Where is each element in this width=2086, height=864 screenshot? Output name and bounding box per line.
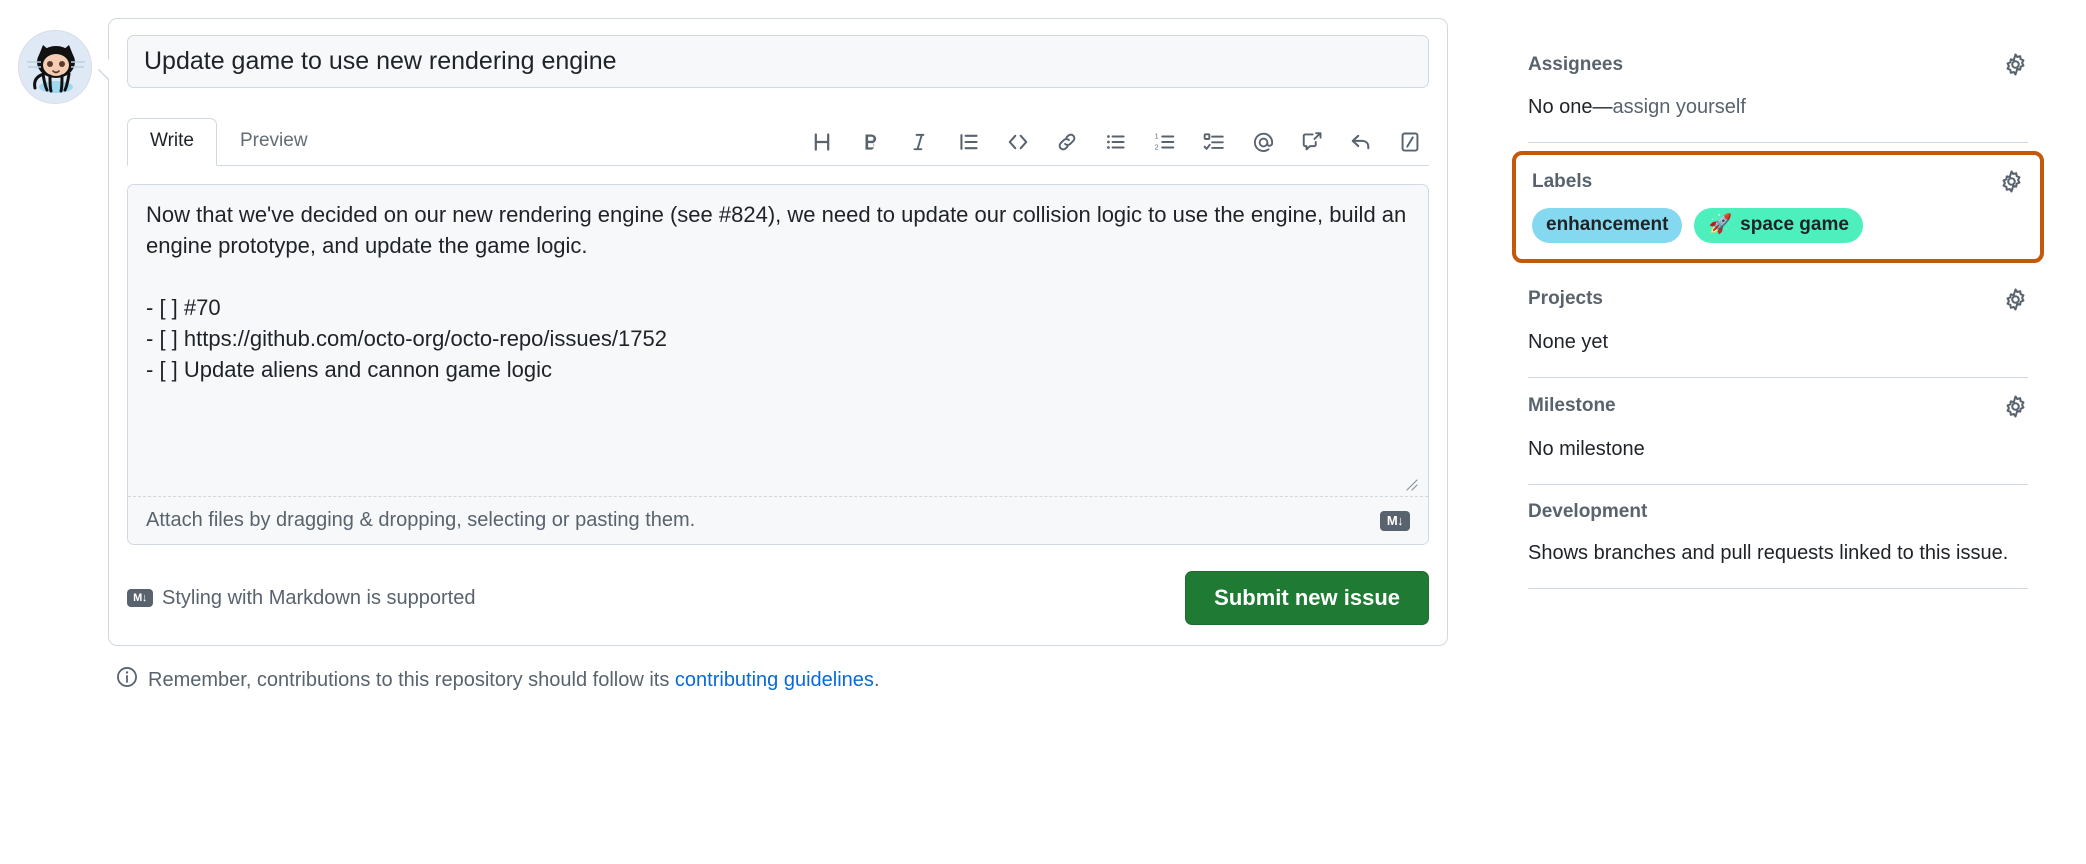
resize-handle-icon[interactable]: [1402, 475, 1418, 491]
labels-title: Labels: [1532, 171, 1592, 193]
gear-icon[interactable]: [2003, 394, 2028, 419]
projects-header: Projects: [1528, 287, 2028, 312]
projects-title: Projects: [1528, 288, 1603, 310]
assignees-header: Assignees: [1528, 52, 2028, 77]
composer-wrapper: Write Preview: [108, 14, 1448, 694]
comment-body-area: Now that we've decided on our new render…: [127, 184, 1429, 545]
tab-write[interactable]: Write: [127, 118, 217, 166]
assignees-title: Assignees: [1528, 54, 1623, 76]
development-title: Development: [1528, 501, 1647, 523]
task-list-icon[interactable]: [1199, 127, 1229, 157]
markdown-hint[interactable]: M↓ Styling with Markdown is supported: [127, 587, 475, 610]
milestone-body: No milestone: [1528, 435, 2028, 464]
note-prefix: Remember, contributions to this reposito…: [148, 669, 675, 691]
comment-composer: Write Preview: [108, 18, 1448, 646]
sidebar-section-projects: Projects None yet: [1528, 263, 2028, 378]
info-icon: [116, 666, 138, 694]
submit-new-issue-button[interactable]: Submit new issue: [1185, 571, 1429, 625]
issue-sidebar: Assignees No one—assign yourself Labels: [1448, 14, 2028, 864]
heading-icon[interactable]: [807, 127, 837, 157]
issue-create-page: Write Preview: [0, 0, 2086, 864]
quote-icon[interactable]: [954, 127, 984, 157]
sidebar-section-development: Development Shows branches and pull requ…: [1528, 485, 2028, 589]
markdown-badge-small-icon: M↓: [127, 589, 153, 607]
mention-icon[interactable]: [1248, 127, 1278, 157]
milestone-header: Milestone: [1528, 394, 2028, 419]
code-icon[interactable]: [1003, 127, 1033, 157]
svg-text:2: 2: [1155, 145, 1159, 152]
composer-footer: M↓ Styling with Markdown is supported Su…: [127, 571, 1429, 629]
sidebar-section-labels: Labels enhancement 🚀 space game: [1512, 151, 2044, 263]
markdown-badge-icon: M↓: [1380, 511, 1410, 531]
sidebar-section-milestone: Milestone No milestone: [1528, 378, 2028, 485]
note-suffix: .: [874, 669, 880, 691]
editor-tabs-row: Write Preview: [127, 114, 1429, 166]
attach-files-bar[interactable]: Attach files by dragging & dropping, sel…: [128, 497, 1428, 544]
rocket-icon: 🚀: [1708, 213, 1732, 238]
avatar-container: [18, 14, 108, 104]
svg-text:1: 1: [1155, 134, 1159, 141]
gear-icon[interactable]: [1999, 169, 2024, 194]
contributing-guidelines-link[interactable]: contributing guidelines: [675, 669, 874, 691]
gear-icon[interactable]: [2003, 52, 2028, 77]
comment-body-wrapper: Now that we've decided on our new render…: [128, 185, 1428, 497]
gear-icon[interactable]: [2003, 287, 2028, 312]
attach-files-text: Attach files by dragging & dropping, sel…: [146, 509, 695, 532]
development-body: Shows branches and pull requests linked …: [1528, 539, 2028, 568]
link-icon[interactable]: [1052, 127, 1082, 157]
slash-command-icon[interactable]: [1395, 127, 1425, 157]
octocat-icon: [19, 31, 92, 104]
assignees-body: No one—assign yourself: [1528, 93, 2028, 122]
projects-body: None yet: [1528, 328, 2028, 357]
assign-yourself-link[interactable]: assign yourself: [1613, 96, 1746, 118]
unordered-list-icon[interactable]: [1101, 127, 1131, 157]
markdown-toolbar: 1 2: [807, 127, 1429, 165]
ordered-list-icon[interactable]: 1 2: [1150, 127, 1180, 157]
composer-column: Write Preview: [18, 14, 1448, 864]
label-chip-text: enhancement: [1546, 213, 1668, 238]
bold-icon[interactable]: [856, 127, 886, 157]
assignees-none-text: No one—: [1528, 96, 1613, 118]
issue-body-textarea[interactable]: Now that we've decided on our new render…: [128, 185, 1428, 497]
reference-icon[interactable]: [1297, 127, 1327, 157]
markdown-hint-text: Styling with Markdown is supported: [162, 587, 475, 610]
reply-icon[interactable]: [1346, 127, 1376, 157]
sidebar-section-assignees: Assignees No one—assign yourself: [1528, 52, 2028, 143]
label-chip-enhancement[interactable]: enhancement: [1532, 208, 1682, 243]
tab-preview[interactable]: Preview: [217, 118, 331, 166]
labels-header: Labels: [1532, 169, 2024, 194]
italic-icon[interactable]: [905, 127, 935, 157]
development-header: Development: [1528, 501, 2028, 523]
contributing-note: Remember, contributions to this reposito…: [108, 666, 1448, 694]
contributing-note-text: Remember, contributions to this reposito…: [148, 669, 880, 692]
issue-title-input[interactable]: [127, 35, 1429, 88]
labels-list: enhancement 🚀 space game: [1532, 208, 2024, 243]
avatar: [18, 30, 92, 104]
label-chip-text: space game: [1740, 213, 1849, 238]
label-chip-space-game[interactable]: 🚀 space game: [1694, 208, 1862, 243]
milestone-title: Milestone: [1528, 395, 1616, 417]
